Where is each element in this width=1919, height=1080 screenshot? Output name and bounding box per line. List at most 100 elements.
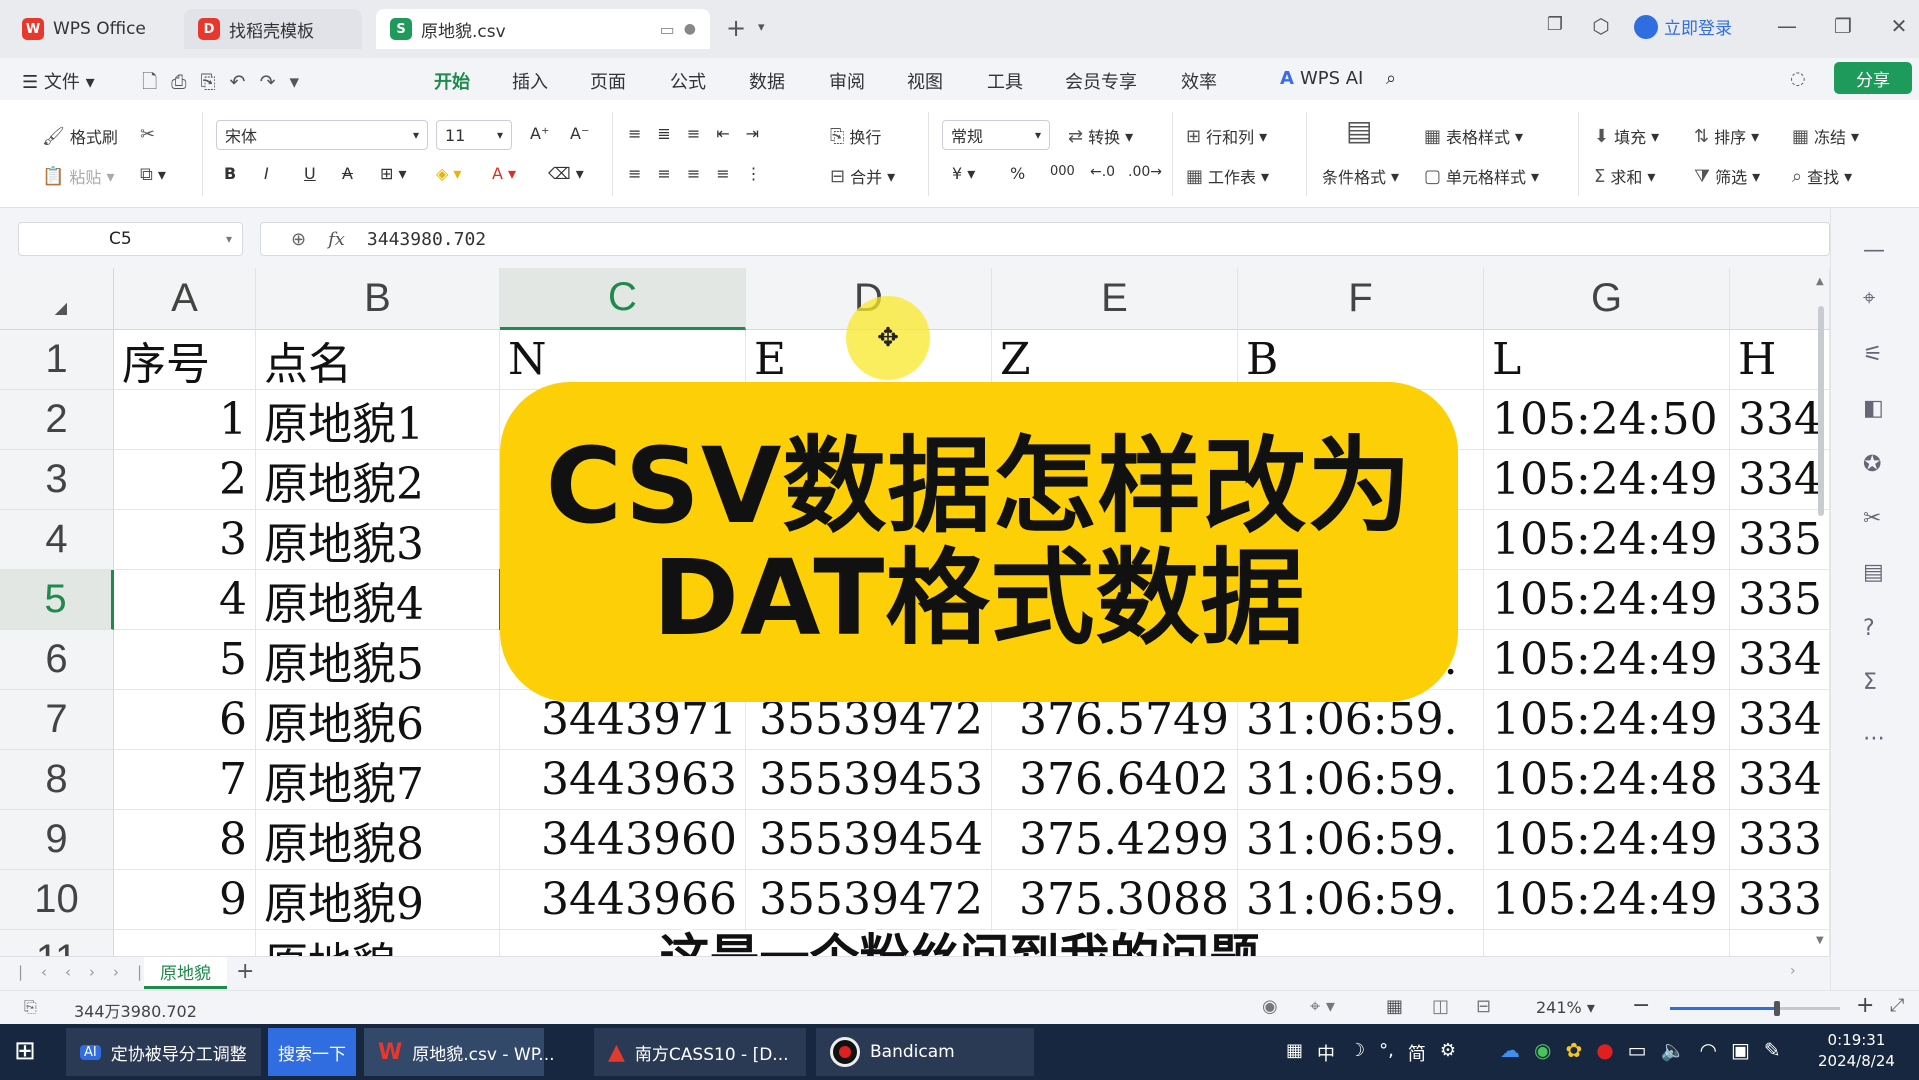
macro-icon[interactable]: ⎘ [24, 997, 37, 1017]
menu-member[interactable]: 会员专享 [1065, 68, 1137, 94]
styles-icon[interactable]: ✪ [1863, 452, 1881, 477]
sheet-tab-active[interactable]: 原地貌 [144, 957, 227, 989]
taskbar-item-wps[interactable]: W 原地貌.csv - WP... [364, 1028, 555, 1076]
currency-button[interactable]: ¥ ▾ [952, 164, 975, 183]
tools-icon[interactable]: ✂ [1863, 506, 1881, 531]
fill-color-icon[interactable]: ◈ ▾ [436, 164, 461, 183]
column-header-f[interactable]: F [1238, 268, 1484, 330]
table-cell[interactable]: 5 [114, 630, 256, 690]
header-cell[interactable]: Z [992, 330, 1238, 390]
menu-tools[interactable]: 工具 [987, 68, 1023, 94]
more-icon[interactable]: ⋯ [1863, 726, 1885, 751]
menu-data[interactable]: 数据 [749, 68, 785, 94]
table-cell[interactable]: 原地貌3 [256, 510, 500, 570]
row-header-5[interactable]: 5 [0, 570, 114, 630]
table-cell[interactable]: 105:24:49 [1484, 810, 1730, 870]
header-cell[interactable]: N [500, 330, 746, 390]
decrease-decimal-icon[interactable]: .00→ [1128, 164, 1162, 180]
row-header-1[interactable]: 1 [0, 330, 114, 390]
table-cell[interactable]: 原地貌5 [256, 630, 500, 690]
strikethrough-icon[interactable]: A [342, 164, 353, 183]
table-cell[interactable]: 35539454 [746, 810, 992, 870]
table-cell[interactable]: 7 [114, 750, 256, 810]
row-header-7[interactable]: 7 [0, 690, 114, 750]
monitor-icon[interactable]: ▭ [660, 20, 675, 39]
restore-icon[interactable]: ❐ [1828, 14, 1858, 38]
fullscreen-icon[interactable]: ⤢ [1890, 995, 1904, 1016]
zoom-icon[interactable]: ⊕ [291, 229, 306, 250]
sigma-icon[interactable]: Σ [1863, 670, 1877, 695]
status-summary[interactable]: 344万3980.702 [74, 998, 197, 1022]
file-menu[interactable]: ☰ 文件 ▾ [22, 68, 95, 94]
column-header-g[interactable]: G [1484, 268, 1730, 330]
table-cell[interactable]: 105:24:48 [1484, 750, 1730, 810]
taskbar-search[interactable]: 搜索一下 [268, 1028, 356, 1076]
table-cell[interactable]: 3443960 [500, 810, 746, 870]
menu-formula[interactable]: 公式 [670, 68, 706, 94]
table-cell[interactable]: 105:24:49 [1484, 690, 1730, 750]
table-cell[interactable]: 原地貌1 [256, 390, 500, 450]
zoom-level[interactable]: 241% ▾ [1536, 998, 1595, 1017]
row-header-4[interactable]: 4 [0, 510, 114, 570]
shape-icon[interactable]: ◧ [1863, 396, 1884, 421]
zoom-out-icon[interactable]: − [1632, 993, 1650, 1018]
rows-cols-button[interactable]: ⊞ 行和列 ▾ [1186, 124, 1267, 148]
quick-access-icons[interactable]: 🗋⎙⎘↶↷▾ [142, 68, 313, 100]
new-tab-icon[interactable]: + [726, 14, 746, 42]
decrease-font-icon[interactable]: A⁻ [570, 124, 589, 143]
eraser-icon[interactable]: ⌫ ▾ [548, 164, 584, 183]
table-cell[interactable]: 原地貌7 [256, 750, 500, 810]
italic-button[interactable]: I [264, 164, 269, 183]
header-cell[interactable]: B [1238, 330, 1484, 390]
zoom-slider[interactable] [1670, 1001, 1840, 1016]
merge-button[interactable]: ⊟ 合并 ▾ [830, 164, 895, 188]
cell-style-button[interactable]: ▢ 单元格样式 ▾ [1424, 164, 1539, 188]
taskbar-item-cass[interactable]: ▲ 南方CASS10 - [D... [594, 1028, 806, 1076]
clock[interactable]: 0:19:31 2024/8/24 [1818, 1030, 1895, 1072]
row-header-6[interactable]: 6 [0, 630, 114, 690]
column-header-a[interactable]: A [114, 268, 256, 330]
share-button[interactable]: 分享 [1834, 62, 1912, 94]
tab-csv-file[interactable]: S 原地貌.csv ▭ ● [376, 9, 710, 49]
menu-insert[interactable]: 插入 [512, 68, 548, 94]
vertical-scrollbar[interactable]: ▲ ▼ [1816, 276, 1826, 946]
wps-ai-button[interactable]: A WPS AI [1280, 68, 1363, 89]
font-color-icon[interactable]: A ▾ [492, 164, 516, 183]
row-header-3[interactable]: 3 [0, 450, 114, 510]
table-cell[interactable]: 4 [114, 570, 256, 630]
taskbar-item-bandicam[interactable]: Bandicam [816, 1028, 1034, 1076]
copy-icon[interactable]: ⧉ ▾ [140, 164, 166, 185]
fx-icon[interactable]: fx [328, 229, 345, 250]
user-login[interactable]: 立即登录 [1634, 14, 1732, 39]
row-header-2[interactable]: 2 [0, 390, 114, 450]
filter-button[interactable]: ⧩ 筛选 ▾ [1694, 164, 1760, 188]
column-header-h[interactable] [1730, 268, 1830, 330]
table-cell[interactable]: 375.4299 [992, 810, 1238, 870]
window-layout-icon[interactable]: ❐ [1540, 14, 1570, 35]
font-size-select[interactable]: 11 ▾ [436, 120, 512, 150]
header-cell[interactable]: H [1730, 330, 1830, 390]
tab-close-icon[interactable]: ● [684, 21, 696, 37]
table-cell[interactable]: 2 [114, 450, 256, 510]
border-icon[interactable]: ⊞ ▾ [380, 164, 407, 183]
table-cell[interactable]: 335 [1730, 570, 1830, 630]
sort-button[interactable]: ⇅ 排序 ▾ [1694, 124, 1759, 148]
paste-button[interactable]: 📋 粘贴 ▾ [42, 164, 114, 188]
convert-button[interactable]: ⇄ 转换 ▾ [1068, 124, 1133, 148]
minus-icon[interactable]: — [1863, 238, 1885, 263]
fill-button[interactable]: ⬇ 填充 ▾ [1594, 124, 1659, 148]
formula-input[interactable]: ⊕ fx 3443980.702 [260, 222, 1830, 256]
help-icon[interactable]: ? [1863, 616, 1875, 641]
number-format-select[interactable]: 常规 ▾ [942, 120, 1050, 150]
format-painter-button[interactable]: 🖌 格式刷 [42, 124, 118, 148]
eye-icon[interactable]: ◉ [1262, 996, 1278, 1017]
ime-indicators[interactable]: ▦ 中 ☽ °, 简 ⚙ [1286, 1040, 1456, 1066]
table-cell[interactable]: 6 [114, 690, 256, 750]
table-cell[interactable]: 334 [1730, 390, 1830, 450]
tab-wps-office[interactable]: W WPS Office [8, 9, 178, 49]
cond-format-button[interactable]: 条件格式 ▾ [1322, 164, 1399, 188]
search-icon[interactable]: ⌕ [1386, 68, 1396, 89]
menu-page[interactable]: 页面 [590, 68, 626, 94]
menu-review[interactable]: 审阅 [829, 68, 865, 94]
table-cell[interactable]: 105:24:50 [1484, 390, 1730, 450]
